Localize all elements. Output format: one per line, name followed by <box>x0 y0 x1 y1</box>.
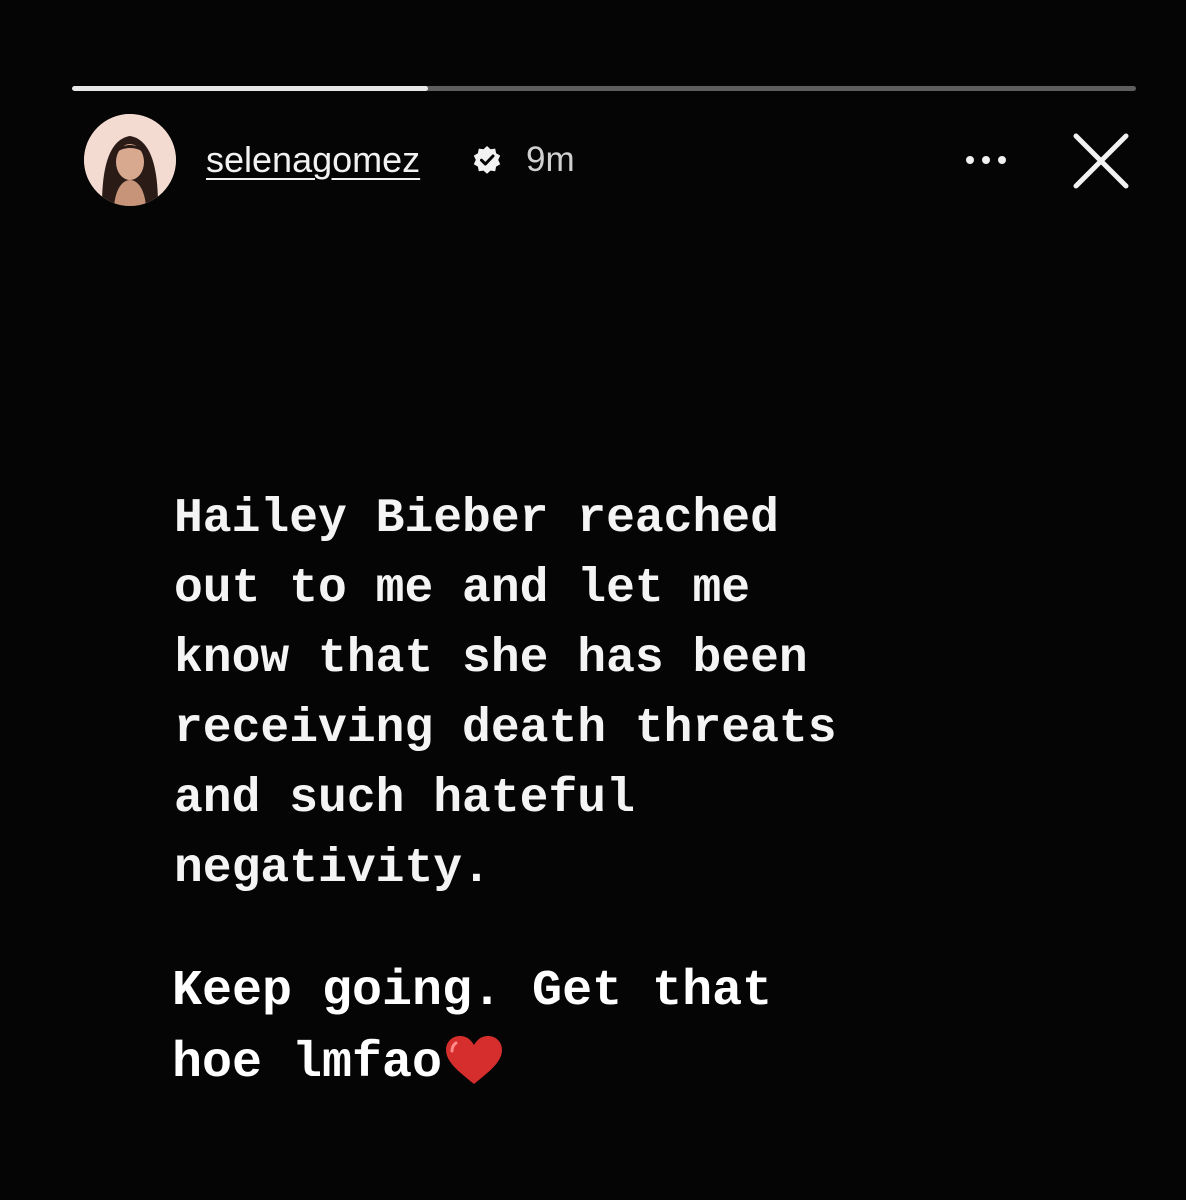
post-time: 9m <box>526 140 575 179</box>
story-text-line: out to me and let me <box>174 562 751 616</box>
more-options-icon[interactable] <box>962 152 1010 168</box>
story-text-line: Hailey Bieber reached <box>174 492 779 546</box>
close-icon[interactable] <box>1072 132 1130 190</box>
caption-line: Keep going. Get that <box>172 963 773 1020</box>
username-link[interactable]: selenagomez <box>206 138 420 182</box>
caption-text: Keep going. Get that hoe lmfao <box>172 956 1072 1100</box>
story-text-line: negativity. <box>174 842 491 896</box>
avatar[interactable] <box>84 114 176 206</box>
caption-line: hoe lmfao <box>172 1035 443 1092</box>
story-text-line: receiving death threats <box>174 702 837 756</box>
story-text: Hailey Bieber reached out to me and let … <box>174 484 1054 904</box>
red-heart-icon <box>446 1036 503 1084</box>
story-progress-fill <box>72 86 429 91</box>
story-progress-bar <box>72 86 1136 91</box>
story-text-line: and such hateful <box>174 772 635 826</box>
story-text-line: know that she has been <box>174 632 808 686</box>
avatar-image <box>84 114 176 206</box>
verified-badge-icon <box>473 146 501 174</box>
